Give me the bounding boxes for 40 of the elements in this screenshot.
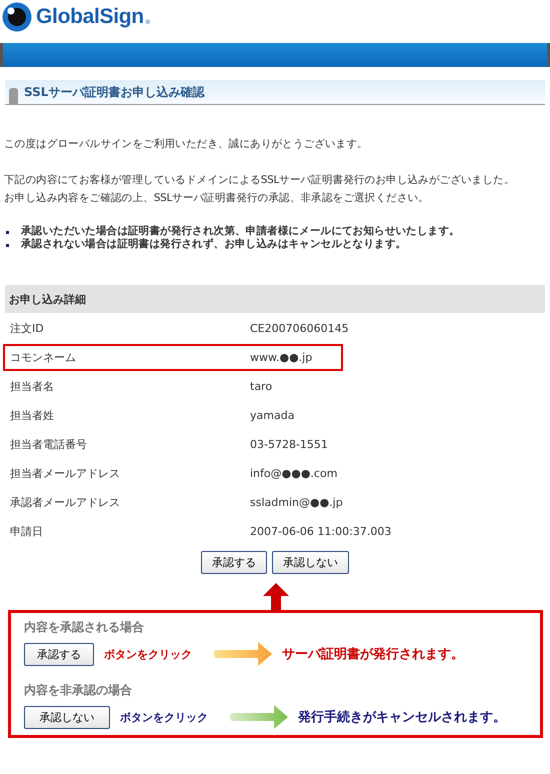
details-heading: お申し込み詳細 bbox=[5, 285, 545, 313]
action-text: ボタンをクリック bbox=[104, 646, 193, 662]
field-value: 03-5728-1551 bbox=[250, 438, 328, 451]
bullet-icon bbox=[6, 244, 9, 247]
reject-button[interactable]: 承認しない bbox=[272, 551, 349, 574]
field-value: yamada bbox=[250, 409, 294, 422]
field-label: 担当者名 bbox=[10, 379, 55, 394]
logo-wordmark: GlobalSign bbox=[36, 5, 144, 29]
field-value: info@●●●.com bbox=[250, 467, 338, 480]
field-label: 注文ID bbox=[10, 321, 45, 336]
intro-paragraph: お申し込み内容をご確認の上、SSLサーバ証明書発行の承認、非承認をご選択ください。 bbox=[4, 191, 430, 206]
eye-logo-icon bbox=[2, 2, 32, 32]
field-label: 担当者メールアドレス bbox=[10, 466, 121, 481]
field-value: 2007-06-06 11:00:37.003 bbox=[250, 525, 392, 538]
field-label: 担当者電話番号 bbox=[10, 437, 88, 452]
case-heading: 内容を承認される場合 bbox=[24, 619, 145, 636]
action-text: ボタンをクリック bbox=[120, 710, 209, 724]
approve-button[interactable]: 承認する bbox=[201, 551, 267, 574]
up-arrow-icon bbox=[263, 583, 289, 611]
result-text: サーバ証明書が発行されます。 bbox=[282, 646, 464, 663]
field-value: ssladmin@●●.jp bbox=[250, 496, 343, 509]
field-label: 申請日 bbox=[10, 524, 44, 539]
case-heading: 内容を非承認の場合 bbox=[24, 682, 133, 699]
field-label: コモンネーム bbox=[10, 350, 77, 365]
field-label: 担当者姓 bbox=[10, 408, 55, 423]
field-label: 承認者メールアドレス bbox=[10, 495, 121, 510]
bullet-icon bbox=[6, 231, 9, 234]
field-value: taro bbox=[250, 380, 272, 393]
example-button[interactable]: 承認する bbox=[24, 642, 94, 666]
right-arrow-icon bbox=[214, 642, 272, 666]
example-button[interactable]: 承認しない bbox=[24, 706, 110, 728]
note-text: 承認いただいた場合は証明書が発行され次第、申請者様にメールにてお知らせいたします。 bbox=[21, 225, 460, 238]
intro-paragraph: この度はグローバルサインをご利用いただき、誠にありがとうございます。 bbox=[4, 137, 369, 152]
page-title: SSLサーバ証明書お申し込み確認 bbox=[24, 84, 204, 100]
result-text: 発行手続きがキャンセルされます。 bbox=[298, 708, 506, 726]
field-value: CE200706060145 bbox=[250, 322, 349, 335]
field-value: www.●●.jp bbox=[250, 351, 312, 364]
right-arrow-icon bbox=[230, 705, 288, 729]
note-text: 承認されない場合は証明書は発行されず、お申し込みはキャンセルとなります。 bbox=[21, 238, 406, 251]
intro-paragraph: 下記の内容にてお客様が管理しているドメインによるSSLサーバ証明書発行のお申し込みがございました。 bbox=[4, 173, 516, 188]
